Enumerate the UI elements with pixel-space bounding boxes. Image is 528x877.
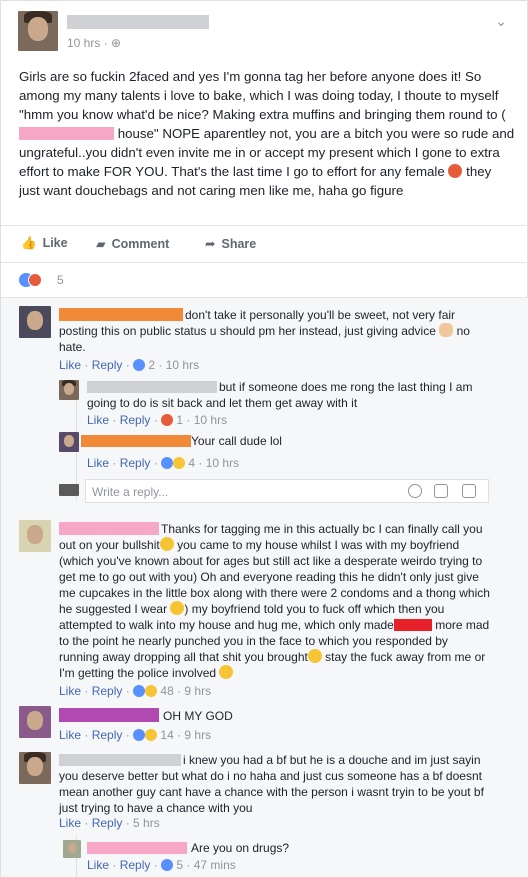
like-button[interactable]: 👍 Like — [21, 236, 68, 251]
comment-text: don't take it personally you'll be sweet… — [59, 308, 470, 354]
like-reaction-icon — [161, 457, 174, 469]
comment-timestamp[interactable]: 9 hrs — [184, 728, 211, 742]
reply-timestamp[interactable]: 47 mins — [194, 858, 236, 872]
comment-reaction-count[interactable]: 14 — [160, 728, 173, 742]
commenter-avatar[interactable] — [19, 706, 51, 738]
comment-like-link[interactable]: Like — [59, 728, 81, 742]
post-timestamp[interactable]: 10 hrs · ⊕ — [67, 36, 121, 50]
reaction-count: 5 — [57, 273, 64, 287]
reply: Your call dude lol Like · Reply · 4 · 10… — [1, 430, 528, 472]
comment-like-link[interactable]: Like — [59, 358, 81, 372]
comment-like-link[interactable]: Like — [59, 816, 81, 830]
laughing-emoji-icon — [307, 649, 322, 663]
comment-meta: Like · Reply · 5 hrs — [59, 816, 160, 830]
angry-reaction-icon — [161, 414, 174, 426]
comment-meta: Like · Reply · 2 · 10 hrs — [59, 358, 200, 372]
comment-timestamp[interactable]: 10 hrs — [166, 358, 199, 372]
reply-text: Your call dude lol — [191, 434, 282, 448]
comment-reply-link[interactable]: Reply — [92, 684, 123, 698]
commenter-avatar[interactable] — [19, 520, 51, 552]
reply-meta: Like · Reply · 5 · 47 mins — [87, 858, 236, 872]
sticker-icon[interactable] — [462, 484, 476, 498]
comments-section: don't take it personally you'll be sweet… — [1, 297, 528, 877]
like-reaction-icon — [161, 859, 174, 871]
pointing-hand-emoji-icon — [439, 323, 454, 337]
haha-reaction-icon — [173, 457, 186, 469]
comment: Thanks for tagging me in this actually b… — [1, 516, 528, 706]
reply-reply-link[interactable]: Reply — [120, 456, 151, 470]
comment-reaction-count[interactable]: 2 — [148, 358, 155, 372]
comment-timestamp[interactable]: 5 hrs — [133, 816, 160, 830]
comment-meta: Like · Reply · 48 · 9 hrs — [59, 684, 212, 698]
comment-reply-link[interactable]: Reply — [92, 358, 123, 372]
reply-reply-link[interactable]: Reply — [120, 858, 151, 872]
comment-timestamp[interactable]: 9 hrs — [184, 684, 211, 698]
share-icon: ➦ — [205, 237, 216, 251]
commenter-avatar[interactable] — [19, 306, 51, 338]
comment: OH MY GOD Like · Reply · 14 · 9 hrs — [1, 702, 528, 748]
laughing-emoji-icon — [159, 537, 174, 551]
commenter-avatar[interactable] — [19, 752, 51, 784]
grimace-emoji-icon — [219, 665, 234, 679]
comment-reaction-count[interactable]: 48 — [160, 684, 173, 698]
reply-like-link[interactable]: Like — [87, 413, 109, 427]
reply-reaction-count[interactable]: 4 — [188, 456, 195, 470]
replier-name-redacted[interactable] — [87, 842, 187, 854]
comment-meta: Like · Reply · 14 · 9 hrs — [59, 728, 212, 742]
comment-icon: ▰ — [96, 237, 106, 251]
reply-like-link[interactable]: Like — [87, 456, 109, 470]
comment-text: Thanks for tagging me in this actually b… — [59, 522, 490, 680]
replier-avatar[interactable] — [59, 432, 79, 452]
comment: don't take it personally you'll be sweet… — [1, 298, 528, 378]
comment: i knew you had a bf but he is a douche a… — [1, 748, 528, 834]
redacted-word — [393, 619, 432, 631]
haha-reaction-icon — [145, 729, 158, 741]
angry-reaction-icon — [28, 273, 42, 287]
reply-meta: Like · Reply · 1 · 10 hrs — [87, 413, 228, 427]
comment-text: i knew you had a bf but he is a douche a… — [59, 753, 484, 815]
reply-timestamp[interactable]: 10 hrs — [206, 456, 239, 470]
reply-reaction-count[interactable]: 1 — [176, 413, 183, 427]
reply-input-placeholder: Write a reply... — [92, 485, 169, 499]
reply-text: but if someone does me rong the last thi… — [87, 380, 473, 410]
camera-icon[interactable] — [434, 484, 448, 498]
replier-avatar[interactable] — [63, 840, 81, 858]
reply-reply-link[interactable]: Reply — [120, 413, 151, 427]
reply-meta: Like · Reply · 4 · 10 hrs — [87, 456, 240, 470]
share-button[interactable]: ➦ Share — [205, 236, 256, 251]
post-text: Girls are so fuckin 2faced and yes I'm g… — [19, 69, 515, 198]
comment-reply-link[interactable]: Reply — [92, 728, 123, 742]
like-reaction-icon — [133, 685, 146, 697]
comment-like-link[interactable]: Like — [59, 684, 81, 698]
reply: but if someone does me rong the last thi… — [1, 376, 528, 427]
comment-reply-link[interactable]: Reply — [92, 816, 123, 830]
haha-reaction-icon — [145, 685, 158, 697]
current-user-avatar — [59, 484, 79, 496]
reply-like-link[interactable]: Like — [87, 858, 109, 872]
post-card: 10 hrs · ⊕ ⌄ Girls are so fuckin 2faced … — [0, 0, 528, 877]
chevron-down-icon[interactable]: ⌄ — [495, 13, 507, 30]
like-reaction-icon — [133, 729, 146, 741]
angry-emoji-icon — [448, 164, 463, 178]
like-reaction-icon — [133, 359, 146, 371]
reply: Are you on drugs? Like · Reply · 5 · 47 … — [1, 838, 528, 877]
author-avatar[interactable] — [18, 11, 58, 51]
comment-button[interactable]: ▰ Comment — [96, 236, 169, 251]
replier-avatar[interactable] — [59, 380, 79, 400]
reply-reaction-count[interactable]: 5 — [176, 858, 183, 872]
reply-timestamp[interactable]: 10 hrs — [194, 413, 227, 427]
post-actions: 👍 Like ▰ Comment ➦ Share — [1, 225, 528, 263]
emoji-icon[interactable] — [408, 484, 422, 498]
comment-text: OH MY GOD — [163, 709, 233, 723]
reply-text: Are you on drugs? — [191, 841, 290, 855]
smiling-emoji-icon — [170, 601, 185, 615]
author-name-redacted[interactable] — [67, 15, 209, 29]
commenter-name-redacted[interactable] — [59, 708, 159, 722]
tagged-name-redacted — [19, 127, 114, 140]
thumbs-up-icon: 👍 — [21, 236, 37, 250]
reply-input[interactable]: Write a reply... — [85, 479, 489, 503]
